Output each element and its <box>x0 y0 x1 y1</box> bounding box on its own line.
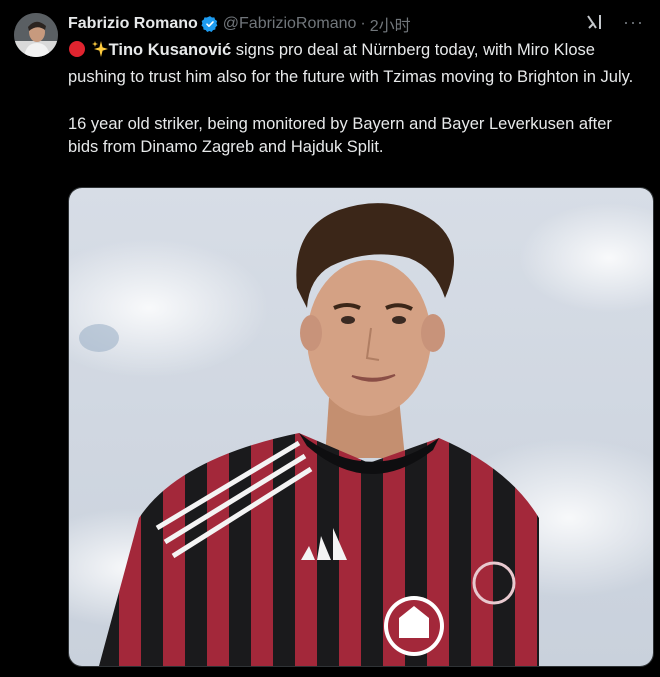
tweet-media-photo[interactable] <box>68 187 654 667</box>
header-separator: · <box>360 15 366 32</box>
tweet-paragraph-1: Tino Kusanović signs pro deal at Nürnber… <box>68 39 646 89</box>
player-name: Tino Kusanović <box>108 41 232 59</box>
tweet-top-actions: ··· <box>585 12 644 32</box>
tweet-time[interactable]: 2小时 <box>370 12 411 36</box>
verified-badge-icon <box>201 15 219 33</box>
more-icon[interactable]: ··· <box>623 12 644 32</box>
tweet-header: Fabrizio Romano @FabrizioRomano · 2小时 <box>68 13 640 35</box>
sparkles-emoji <box>91 40 109 66</box>
author-handle[interactable]: @FabrizioRomano <box>223 15 357 33</box>
grok-icon[interactable] <box>585 12 605 32</box>
tweet-body: Tino Kusanović signs pro deal at Nürnber… <box>68 39 646 160</box>
author-name[interactable]: Fabrizio Romano <box>68 15 198 33</box>
red-circle-emoji <box>68 40 86 66</box>
author-avatar[interactable] <box>14 13 58 57</box>
tweet-paragraph-2: 16 year old striker, being monitored by … <box>68 114 612 157</box>
